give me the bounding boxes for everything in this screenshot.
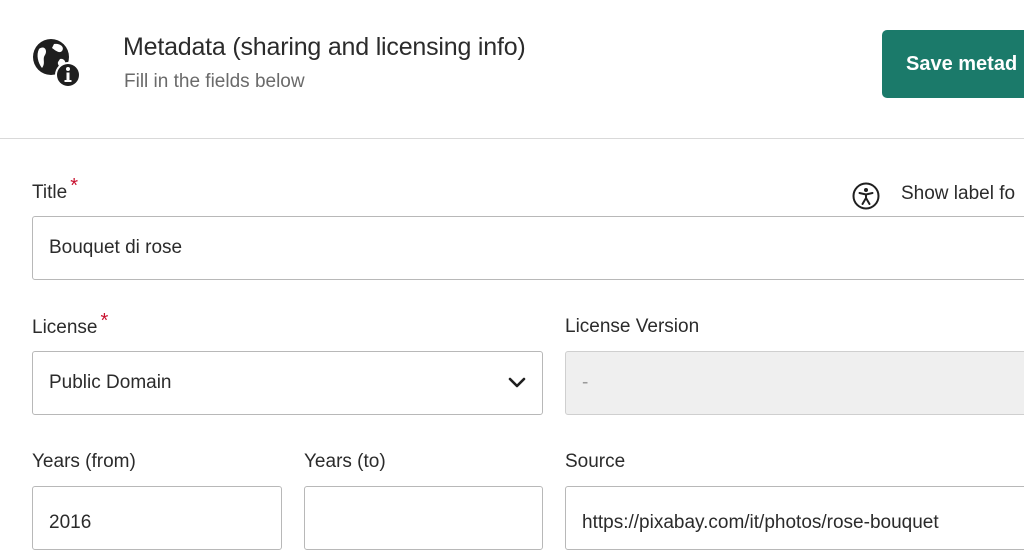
globe-info-icon	[33, 39, 81, 88]
years-from-label: Years (from)	[32, 451, 136, 472]
required-mark: *	[100, 310, 109, 332]
save-metadata-button[interactable]: Save metad	[882, 30, 1024, 98]
title-label-text: Title	[32, 182, 68, 203]
source-value: https://pixabay.com/it/photos/rose-bouqu…	[582, 512, 939, 533]
source-label: Source	[565, 451, 626, 472]
title-input-value: Bouquet di rose	[49, 237, 183, 258]
page-title: Metadata (sharing and licensing info)	[123, 33, 526, 61]
license-version-label: License Version	[565, 316, 700, 337]
title-input[interactable]: Bouquet di rose	[32, 216, 1024, 280]
license-label-text: License	[32, 317, 98, 338]
title-label: Title *	[32, 175, 78, 204]
license-version-value: -	[582, 372, 589, 393]
show-label-text: Show label fo	[901, 183, 1016, 204]
years-from-input[interactable]: 2016	[32, 486, 282, 550]
chevron-down-icon	[508, 377, 526, 388]
license-select[interactable]: Public Domain	[32, 351, 543, 415]
license-select-value: Public Domain	[49, 372, 172, 393]
license-label: License *	[32, 310, 108, 339]
license-version-input: -	[565, 351, 1024, 415]
accessibility-icon	[852, 182, 880, 210]
source-input[interactable]: https://pixabay.com/it/photos/rose-bouqu…	[565, 486, 1024, 550]
years-from-value: 2016	[49, 512, 92, 533]
required-mark: *	[70, 175, 78, 197]
years-to-label: Years (to)	[304, 451, 386, 472]
metadata-header: Metadata (sharing and licensing info) Fi…	[0, 0, 1024, 139]
page-subtitle: Fill in the fields below	[124, 71, 305, 92]
years-to-input[interactable]	[304, 486, 543, 550]
